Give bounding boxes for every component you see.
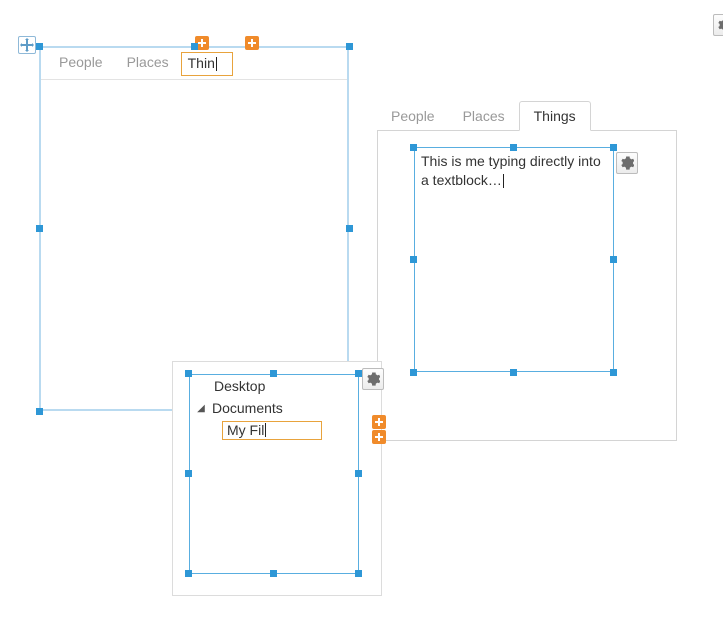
- settings-button[interactable]: [616, 152, 638, 174]
- insert-after-button[interactable]: [372, 430, 386, 444]
- resize-handle[interactable]: [185, 370, 192, 377]
- gear-icon: [620, 156, 634, 170]
- tree-node-editing[interactable]: My Fil: [190, 419, 358, 441]
- resize-handle[interactable]: [355, 370, 362, 377]
- tabcontrol-editing[interactable]: People Places Thin: [39, 46, 349, 411]
- resize-handle[interactable]: [410, 256, 417, 263]
- tree-node-desktop[interactable]: Desktop: [190, 375, 358, 397]
- tab-strip: People Places Things: [377, 101, 677, 131]
- tab-places[interactable]: Places: [115, 48, 181, 79]
- tab-places[interactable]: Places: [449, 102, 519, 130]
- resize-handle[interactable]: [191, 43, 198, 50]
- resize-handle[interactable]: [346, 225, 353, 232]
- insert-before-button[interactable]: [372, 415, 386, 429]
- resize-handle[interactable]: [355, 470, 362, 477]
- tab-people[interactable]: People: [47, 48, 115, 79]
- move-icon: [20, 38, 34, 52]
- tab-editing-input[interactable]: Thin: [181, 52, 233, 76]
- resize-handle[interactable]: [610, 144, 617, 151]
- tab-content: This is me typing directly into a textbl…: [377, 131, 677, 441]
- tree-node-edit-input[interactable]: My Fil: [222, 421, 322, 440]
- resize-handle[interactable]: [36, 43, 43, 50]
- tree-node-documents[interactable]: ◢ Documents: [190, 397, 358, 419]
- resize-handle[interactable]: [610, 369, 617, 376]
- insert-after-button[interactable]: [245, 36, 259, 50]
- plus-icon: [197, 38, 207, 48]
- resize-handle[interactable]: [185, 570, 192, 577]
- resize-handle[interactable]: [510, 369, 517, 376]
- gear-icon: [717, 18, 723, 32]
- treeview[interactable]: Desktop ◢ Documents My Fil: [189, 374, 359, 574]
- settings-button[interactable]: [713, 14, 723, 36]
- tree-node-label: Desktop: [214, 378, 265, 394]
- resize-handle[interactable]: [346, 43, 353, 50]
- textblock-editing[interactable]: This is me typing directly into a textbl…: [414, 147, 614, 372]
- resize-handle[interactable]: [270, 370, 277, 377]
- plus-icon: [374, 417, 384, 427]
- resize-handle[interactable]: [510, 144, 517, 151]
- resize-handle[interactable]: [36, 225, 43, 232]
- tree-node-label: Documents: [212, 400, 283, 416]
- resize-handle[interactable]: [410, 144, 417, 151]
- resize-handle[interactable]: [185, 470, 192, 477]
- treeview-panel: Desktop ◢ Documents My Fil: [172, 361, 382, 596]
- tab-strip: People Places Thin: [41, 48, 347, 80]
- tab-things[interactable]: Things: [519, 101, 591, 131]
- tab-people[interactable]: People: [377, 102, 449, 130]
- resize-handle[interactable]: [410, 369, 417, 376]
- resize-handle[interactable]: [36, 408, 43, 415]
- resize-handle[interactable]: [355, 570, 362, 577]
- plus-icon: [247, 38, 257, 48]
- plus-icon: [374, 432, 384, 442]
- resize-handle[interactable]: [610, 256, 617, 263]
- move-handle[interactable]: [18, 36, 36, 54]
- resize-handle[interactable]: [270, 570, 277, 577]
- expander-icon[interactable]: ◢: [196, 403, 206, 414]
- settings-button[interactable]: [362, 368, 384, 390]
- gear-icon: [366, 372, 380, 386]
